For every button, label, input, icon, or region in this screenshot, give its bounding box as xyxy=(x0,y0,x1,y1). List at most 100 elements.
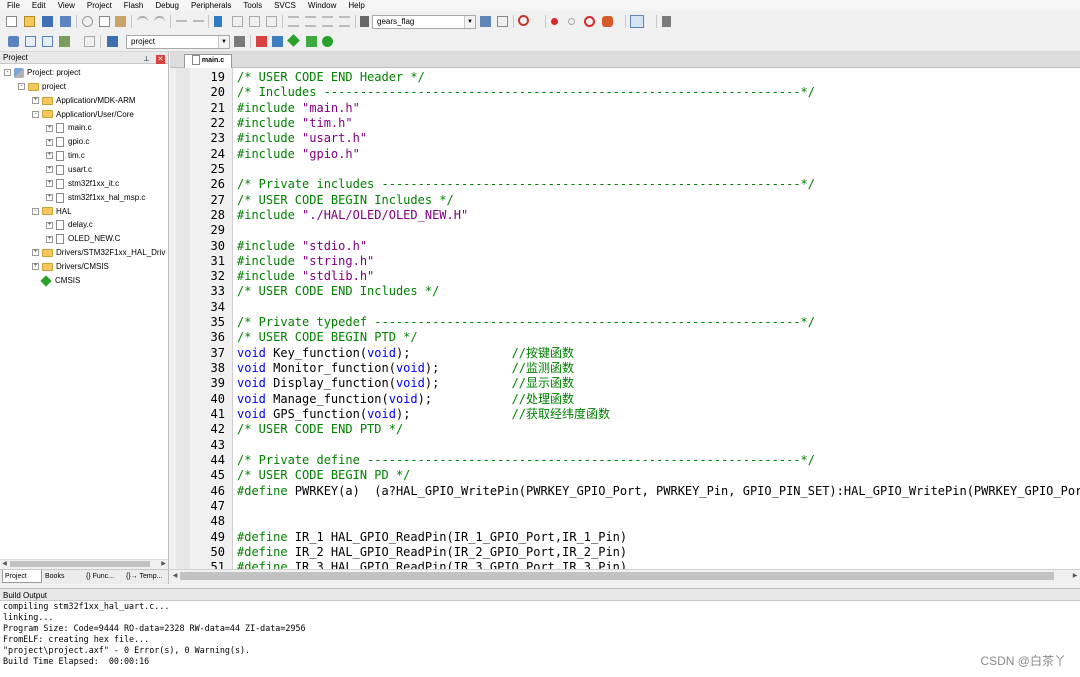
rte-icon[interactable] xyxy=(322,36,333,47)
code-line[interactable]: 47 xyxy=(170,499,1080,514)
tree-item[interactable]: + Application/MDK-ARM xyxy=(32,94,136,108)
paste-icon[interactable] xyxy=(115,16,126,27)
tree-item[interactable]: + tim.c xyxy=(46,149,85,163)
collapse-icon[interactable]: - xyxy=(18,83,25,91)
build-icon[interactable] xyxy=(25,36,36,47)
chevron-down-icon[interactable]: ▼ xyxy=(218,36,229,48)
code-line[interactable]: 29 xyxy=(170,223,1080,238)
code-line[interactable]: 43 xyxy=(170,438,1080,453)
tree-item[interactable]: + main.c xyxy=(46,121,92,135)
tree-item[interactable]: + Drivers/STM32F1xx_HAL_Driv xyxy=(32,246,165,260)
wrench-icon[interactable] xyxy=(662,16,671,27)
menu-item-tools[interactable]: Tools xyxy=(237,0,268,11)
next-bookmark-icon[interactable] xyxy=(249,16,260,27)
incremental-find-icon[interactable] xyxy=(497,16,508,27)
comment-icon[interactable] xyxy=(322,16,333,27)
expand-icon[interactable]: + xyxy=(32,263,39,271)
menu-item-flash[interactable]: Flash xyxy=(118,0,150,11)
code-line[interactable]: 25 xyxy=(170,162,1080,177)
tree-item[interactable]: + delay.c xyxy=(46,218,93,232)
code-line[interactable]: 34 xyxy=(170,300,1080,315)
code-line[interactable]: 22 #include "tim.h" xyxy=(170,116,1080,131)
scroll-left-icon[interactable]: ◀ xyxy=(0,560,9,569)
new-file-icon[interactable] xyxy=(6,16,17,27)
save-all-icon[interactable] xyxy=(60,16,71,27)
code-line[interactable]: 49 #define IR_1 HAL_GPIO_ReadPin(IR_1_GPI… xyxy=(170,530,1080,545)
expand-icon[interactable]: + xyxy=(32,97,39,105)
code-line[interactable]: 24 #include "gpio.h" xyxy=(170,147,1080,162)
target-options-icon[interactable] xyxy=(234,36,245,47)
code-line[interactable]: 46 #define PWRKEY(a) (a?HAL_GPIO_WritePin… xyxy=(170,484,1080,499)
unindent-icon[interactable] xyxy=(305,16,316,27)
tab-main-c[interactable]: main.c xyxy=(184,54,232,68)
expand-icon[interactable]: + xyxy=(46,180,53,188)
menu-item-debug[interactable]: Debug xyxy=(149,0,185,11)
code-line[interactable]: 40 void Manage_function(void); //处理函数 xyxy=(170,392,1080,407)
expand-icon[interactable]: + xyxy=(46,235,53,243)
expand-icon[interactable]: + xyxy=(46,166,53,174)
code-line[interactable]: 26 /* Private includes ------------------… xyxy=(170,177,1080,192)
expand-icon[interactable]: + xyxy=(46,152,53,160)
code-line[interactable]: 21 #include "main.h" xyxy=(170,101,1080,116)
tree-item[interactable]: + stm32f1xx_it.c xyxy=(46,177,119,191)
prev-bookmark-icon[interactable] xyxy=(232,16,243,27)
collapse-icon[interactable]: - xyxy=(4,69,11,77)
tree-item[interactable]: - project xyxy=(18,80,66,94)
collapse-icon[interactable]: - xyxy=(32,207,39,215)
code-line[interactable]: 19 /* USER CODE END Header */ xyxy=(170,70,1080,85)
tab-project[interactable]: Project xyxy=(2,570,42,583)
tree-item[interactable]: + stm32f1xx_hal_msp.c xyxy=(46,191,145,205)
code-line[interactable]: 28 #include "./HAL/OLED/OLED_NEW.H" xyxy=(170,208,1080,223)
expand-icon[interactable]: + xyxy=(46,124,53,132)
code-line[interactable]: 20 /* Includes --------------------------… xyxy=(170,85,1080,100)
tab-books[interactable]: Books xyxy=(43,570,82,583)
menu-item-file[interactable]: File xyxy=(0,0,26,11)
scroll-right-icon[interactable]: ▶ xyxy=(159,560,168,569)
scroll-right-icon[interactable]: ▶ xyxy=(1070,571,1080,582)
copy-icon[interactable] xyxy=(99,16,110,27)
breakpoint-icon[interactable] xyxy=(551,18,558,25)
clear-bookmarks-icon[interactable] xyxy=(266,16,277,27)
chevron-down-icon[interactable]: ▼ xyxy=(464,16,475,28)
disable-breakpoint-icon[interactable] xyxy=(568,18,575,25)
tree-item[interactable]: + Drivers/CMSIS xyxy=(32,260,109,274)
tab-templates[interactable]: {}→ Temp... xyxy=(124,570,166,583)
menu-item-window[interactable]: Window xyxy=(302,0,342,11)
manage-components-icon[interactable] xyxy=(256,36,267,47)
kill-breakpoints-icon[interactable] xyxy=(584,16,595,27)
uncomment-icon[interactable] xyxy=(339,16,350,27)
load-icon[interactable] xyxy=(107,36,118,47)
project-hscrollbar[interactable]: ◀ ▶ xyxy=(0,559,168,569)
code-line[interactable]: 36 /* USER CODE BEGIN PTD */ xyxy=(170,330,1080,345)
indent-icon[interactable] xyxy=(288,16,299,27)
tree-item[interactable]: - Project: project xyxy=(4,66,80,80)
code-line[interactable]: 50 #define IR_2 HAL_GPIO_ReadPin(IR_2_GPI… xyxy=(170,545,1080,560)
rebuild-icon[interactable] xyxy=(42,36,53,47)
code-line[interactable]: 31 #include "string.h" xyxy=(170,254,1080,269)
expand-icon[interactable]: + xyxy=(46,221,53,229)
expand-icon[interactable]: + xyxy=(46,194,53,202)
code-line[interactable]: 33 /* USER CODE END Includes */ xyxy=(170,284,1080,299)
code-editor[interactable]: 19 /* USER CODE END Header */ 20 /* Include… xyxy=(170,68,1080,569)
tab-functions[interactable]: {} Func... xyxy=(84,570,123,583)
pin-icon[interactable]: ⊥ xyxy=(142,55,151,64)
tree-item[interactable]: + gpio.c xyxy=(46,135,89,149)
menu-item-edit[interactable]: Edit xyxy=(26,0,52,11)
code-line[interactable]: 23 #include "usart.h" xyxy=(170,131,1080,146)
expand-icon[interactable]: + xyxy=(32,249,39,257)
redo-icon[interactable] xyxy=(154,16,165,27)
select-device-icon[interactable] xyxy=(306,36,317,47)
debug-session-icon[interactable] xyxy=(518,15,529,26)
manage-packs-icon[interactable] xyxy=(272,36,283,47)
open-folder-icon[interactable] xyxy=(24,16,35,27)
code-line[interactable]: 41 void GPS_function(void); //获取经纬度函数 xyxy=(170,407,1080,422)
target-combo[interactable]: project ▼ xyxy=(126,35,230,49)
select-pack-icon[interactable] xyxy=(287,34,300,47)
save-icon[interactable] xyxy=(42,16,53,27)
menu-item-svcs[interactable]: SVCS xyxy=(268,0,302,11)
code-line[interactable]: 42 /* USER CODE END PTD */ xyxy=(170,422,1080,437)
window-layout-icon[interactable] xyxy=(630,15,644,28)
menu-item-project[interactable]: Project xyxy=(81,0,118,11)
code-line[interactable]: 27 /* USER CODE BEGIN Includes */ xyxy=(170,193,1080,208)
collapse-icon[interactable]: - xyxy=(32,110,39,118)
